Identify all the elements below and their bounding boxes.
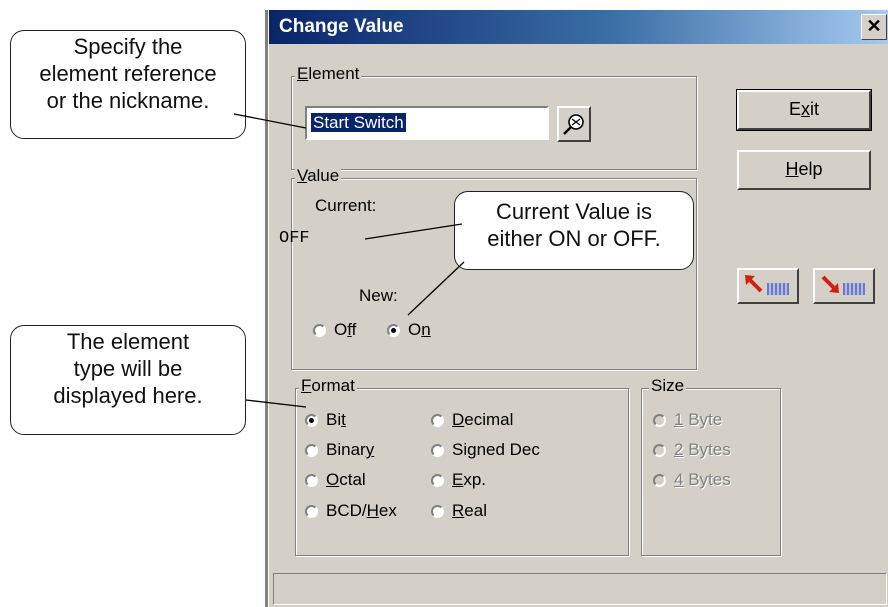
close-button[interactable]: ✕ bbox=[861, 14, 887, 40]
format-option-label: Octal bbox=[326, 470, 366, 489]
callout-line: Specify the bbox=[73, 34, 183, 59]
format-option-circle bbox=[305, 413, 318, 427]
element-group-label: Element bbox=[295, 64, 362, 84]
format-option-circle bbox=[431, 443, 444, 457]
radio-on[interactable]: On bbox=[387, 320, 431, 340]
size-option-circle bbox=[653, 473, 666, 487]
size-option-label: 2 Bytes bbox=[674, 440, 731, 459]
format-option[interactable]: Binary bbox=[305, 440, 374, 460]
format-option[interactable]: Signed Dec bbox=[431, 440, 540, 460]
radio-off[interactable]: Off bbox=[313, 320, 356, 340]
format-option[interactable]: BCD/Hex bbox=[305, 501, 397, 521]
format-option[interactable]: Decimal bbox=[431, 410, 513, 430]
arrow-left-grid-icon bbox=[745, 275, 789, 295]
callout-line: either ON or OFF. bbox=[487, 226, 661, 251]
size-group-label: Size bbox=[649, 376, 687, 396]
callout-line: type will be bbox=[73, 356, 183, 381]
size-option-label: 4 Bytes bbox=[674, 470, 731, 489]
callout-element-type: The element type will be displayed here. bbox=[10, 325, 246, 435]
format-option[interactable]: Octal bbox=[305, 470, 366, 490]
element-lookup-button[interactable] bbox=[557, 106, 591, 142]
callout-current-value: Current Value is either ON or OFF. bbox=[454, 191, 694, 270]
radio-off-label: Off bbox=[334, 320, 357, 339]
prev-element-button[interactable] bbox=[737, 268, 799, 304]
format-option-circle bbox=[305, 473, 318, 487]
value-group-label: Value bbox=[295, 166, 342, 186]
new-label: New: bbox=[359, 286, 398, 305]
format-option-label: Binary bbox=[326, 440, 375, 459]
next-element-button[interactable] bbox=[813, 268, 875, 304]
format-option-label: Real bbox=[452, 501, 487, 520]
size-option-circle bbox=[653, 443, 666, 457]
element-lookup-icon bbox=[563, 114, 584, 135]
callout-line: or the nickname. bbox=[46, 88, 210, 113]
element-input-value: Start Switch bbox=[311, 113, 406, 132]
size-option: 2 Bytes bbox=[653, 440, 731, 460]
status-bar bbox=[273, 573, 887, 605]
format-option[interactable]: Bit bbox=[305, 410, 346, 430]
help-button[interactable]: Help bbox=[737, 150, 871, 190]
callout-line: element reference bbox=[39, 61, 217, 86]
format-option-label: Decimal bbox=[452, 410, 514, 429]
size-option-circle bbox=[653, 413, 666, 427]
callout-element-reference: Specify the element reference or the nic… bbox=[10, 30, 246, 139]
radio-on-circle bbox=[387, 323, 400, 337]
format-group-label: Format bbox=[299, 376, 357, 396]
format-option-label: Signed Dec bbox=[452, 440, 540, 459]
format-option[interactable]: Real bbox=[431, 501, 487, 521]
size-option: 1 Byte bbox=[653, 410, 722, 430]
arrow-right-grid-icon bbox=[821, 275, 865, 295]
callout-line: The element bbox=[66, 329, 190, 354]
format-option[interactable]: Exp. bbox=[431, 470, 486, 490]
size-option: 4 Bytes bbox=[653, 470, 731, 490]
format-option-circle bbox=[305, 504, 318, 518]
current-label: Current: bbox=[315, 196, 377, 215]
title-bar[interactable]: Change Value ✕ bbox=[269, 10, 888, 44]
radio-off-circle bbox=[313, 323, 326, 337]
dialog-title: Change Value bbox=[279, 16, 404, 37]
exit-button[interactable]: Exit bbox=[736, 89, 872, 131]
size-option-label: 1 Byte bbox=[674, 410, 723, 429]
element-input[interactable]: Start Switch bbox=[305, 106, 549, 140]
radio-on-label: On bbox=[408, 320, 431, 339]
format-option-circle bbox=[431, 473, 444, 487]
callout-line: Current Value is bbox=[495, 199, 653, 224]
change-value-dialog: Change Value ✕ Element Start Switch Valu… bbox=[268, 10, 888, 607]
callout-line: displayed here. bbox=[53, 383, 203, 408]
format-option-circle bbox=[305, 443, 318, 457]
format-option-circle bbox=[431, 413, 444, 427]
format-option-circle bbox=[431, 504, 444, 518]
current-value: OFF bbox=[279, 229, 310, 248]
format-option-label: Exp. bbox=[452, 470, 487, 489]
format-option-label: BCD/Hex bbox=[326, 501, 397, 520]
format-option-label: Bit bbox=[326, 410, 346, 429]
close-icon: ✕ bbox=[866, 16, 882, 36]
